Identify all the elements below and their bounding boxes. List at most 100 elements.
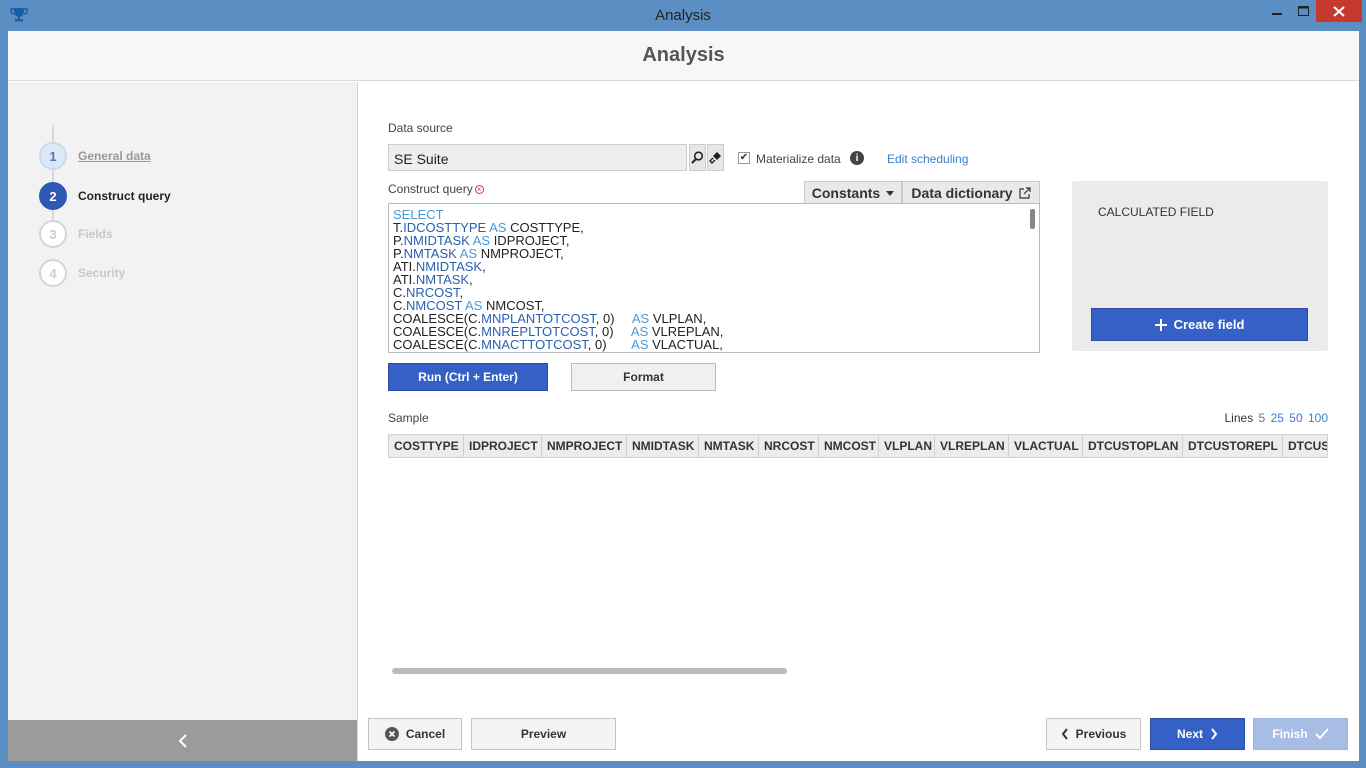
check-icon xyxy=(1314,728,1329,740)
lines-option-25[interactable]: 25 xyxy=(1271,411,1284,425)
next-label: Next xyxy=(1176,727,1203,741)
required-icon: × xyxy=(474,185,484,194)
horizontal-scrollbar[interactable] xyxy=(392,668,787,674)
materialize-label: Materialize data xyxy=(756,152,841,166)
window-title: Analysis xyxy=(655,7,711,24)
preview-button[interactable]: Preview xyxy=(471,718,616,750)
chevron-right-icon xyxy=(1211,728,1218,740)
minimize-button[interactable] xyxy=(1264,0,1290,22)
column-header[interactable]: DTCUSTOPLAN xyxy=(1083,435,1183,457)
sql-token: , xyxy=(469,272,473,287)
column-header[interactable]: VLREPLAN xyxy=(935,435,1009,457)
collapse-sidebar-button[interactable] xyxy=(8,720,357,761)
materialize-checkbox[interactable]: ✔ xyxy=(738,152,750,164)
run-query-button[interactable]: Run (Ctrl + Enter) xyxy=(388,363,548,391)
caret-down-icon xyxy=(886,190,895,196)
create-field-button[interactable]: Create field xyxy=(1091,308,1308,341)
info-icon[interactable]: i xyxy=(850,151,864,165)
editor-scrollbar[interactable] xyxy=(1030,209,1035,229)
constants-dropdown[interactable]: Constants xyxy=(804,181,902,204)
sql-token: AS xyxy=(631,337,649,352)
column-header[interactable]: DTCUSTOREPL xyxy=(1183,435,1283,457)
sql-line: P.NMTASK AS NMPROJECT, xyxy=(393,247,1039,260)
edit-scheduling-link[interactable]: Edit scheduling xyxy=(887,152,968,166)
cancel-label: Cancel xyxy=(405,727,446,741)
previous-label: Previous xyxy=(1075,727,1127,741)
sql-line: COALESCE(C.MNACTTOTCOST, 0) AS VLACTUAL, xyxy=(393,338,1039,351)
sql-editor[interactable]: SELECT T.IDCOSTTYPE AS COSTTYPE, P.NMIDTAS… xyxy=(388,203,1040,353)
dialog-header: Analysis xyxy=(8,31,1359,81)
step-security: 4 Security xyxy=(39,259,339,287)
lines-selector: Lines 5 25 50 100 xyxy=(1223,411,1329,425)
data-dictionary-button[interactable]: Data dictionary xyxy=(902,181,1040,204)
window-titlebar: Analysis xyxy=(0,0,1366,31)
create-field-label: Create field xyxy=(1173,317,1245,332)
step-label: Fields xyxy=(78,227,113,241)
column-header[interactable]: NMIDTASK xyxy=(627,435,699,457)
wizard-sidebar: 1 General data 2 Construct query 3 Field… xyxy=(8,82,358,761)
maximize-button[interactable] xyxy=(1290,0,1316,22)
sql-token: NMPROJECT, xyxy=(477,246,564,261)
column-header[interactable]: NMPROJECT xyxy=(542,435,627,457)
column-header[interactable]: VLACTUAL xyxy=(1009,435,1083,457)
plus-icon xyxy=(1154,318,1167,331)
column-header[interactable]: IDPROJECT xyxy=(464,435,542,457)
construct-query-text: Construct query xyxy=(388,182,473,196)
step-label: General data xyxy=(78,149,151,163)
clear-datasource-button[interactable] xyxy=(707,144,724,171)
sample-label: Sample xyxy=(388,411,429,425)
main-panel: Data source SE Suite ✔ Materialize data … xyxy=(359,82,1359,717)
calculated-field-panel: CALCULATED FIELD Create field xyxy=(1072,181,1328,351)
cancel-button[interactable]: Cancel xyxy=(368,718,462,750)
next-button[interactable]: Next xyxy=(1150,718,1245,750)
cancel-icon xyxy=(384,727,399,741)
sql-token: , xyxy=(482,259,486,274)
lines-option-100[interactable]: 100 xyxy=(1308,411,1328,425)
search-icon xyxy=(691,151,704,164)
previous-button[interactable]: Previous xyxy=(1046,718,1141,750)
finish-label: Finish xyxy=(1272,727,1308,741)
datasource-label: Data source xyxy=(388,121,453,135)
sample-grid-header: COSTTYPE IDPROJECT NMPROJECT NMIDTASK NM… xyxy=(388,434,1328,458)
chevron-left-icon xyxy=(178,733,187,748)
calculated-field-title: CALCULATED FIELD xyxy=(1098,205,1214,219)
data-dictionary-label: Data dictionary xyxy=(911,185,1013,201)
lines-option-50[interactable]: 50 xyxy=(1289,411,1302,425)
sql-token: VLACTUAL, xyxy=(648,337,723,352)
datasource-field[interactable]: SE Suite xyxy=(388,144,687,171)
column-header[interactable]: DTCUS xyxy=(1283,435,1327,457)
sql-token: MNACTTOTCOST xyxy=(481,337,588,352)
step-general-data[interactable]: 1 General data xyxy=(39,142,339,170)
column-header[interactable]: VLPLAN xyxy=(879,435,935,457)
column-header[interactable]: NMTASK xyxy=(699,435,759,457)
chevron-left-icon xyxy=(1061,728,1068,740)
eraser-icon xyxy=(709,152,721,164)
step-label: Security xyxy=(78,266,126,280)
finish-button[interactable]: Finish xyxy=(1253,718,1348,750)
step-number: 2 xyxy=(39,182,67,210)
lines-label: Lines xyxy=(1224,411,1254,425)
step-number: 4 xyxy=(39,259,67,287)
maximize-icon xyxy=(1297,6,1309,16)
sql-token: , 0) xyxy=(587,337,632,352)
format-button[interactable]: Format xyxy=(571,363,716,391)
lines-option-5[interactable]: 5 xyxy=(1259,411,1266,425)
step-label: Construct query xyxy=(78,189,171,203)
step-number: 3 xyxy=(39,220,67,248)
step-number: 1 xyxy=(39,142,67,170)
sql-line: ATI.NMIDTASK, xyxy=(393,260,1039,273)
column-header[interactable]: NRCOST xyxy=(759,435,819,457)
column-header[interactable]: COSTTYPE xyxy=(389,435,464,457)
constants-label: Constants xyxy=(811,185,881,201)
step-construct-query[interactable]: 2 Construct query xyxy=(39,182,339,210)
close-button[interactable] xyxy=(1316,0,1362,22)
external-link-icon xyxy=(1018,187,1031,199)
column-header[interactable]: NMCOST xyxy=(819,435,879,457)
dialog-frame: Analysis 1 General data 2 Construct quer… xyxy=(8,31,1359,761)
minimize-icon xyxy=(1272,13,1282,15)
sql-token: COALESCE(C. xyxy=(393,337,482,352)
sql-line: ATI.NMTASK, xyxy=(393,273,1039,286)
construct-query-label: Construct query × xyxy=(388,182,484,196)
search-datasource-button[interactable] xyxy=(689,144,706,171)
page-title: Analysis xyxy=(642,44,725,66)
